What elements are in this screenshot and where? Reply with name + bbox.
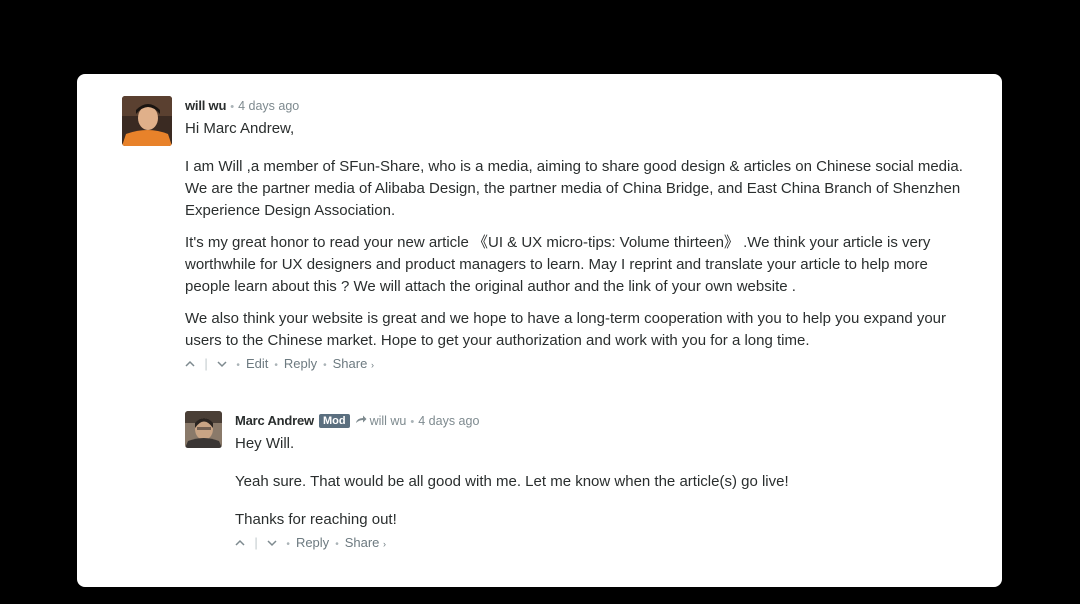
reply-arrow-icon	[355, 413, 367, 428]
comment-thread-card: will wu • 4 days ago Hi Marc Andrew, I am …	[77, 74, 1002, 587]
share-label: Share	[332, 356, 368, 371]
comment-body: Hi Marc Andrew, I am Will ,a member of S…	[185, 118, 972, 352]
comment-paragraph: It's my great honor to read your new art…	[185, 234, 931, 295]
reply-link[interactable]: Reply	[284, 356, 317, 371]
share-link[interactable]: Share ›	[345, 535, 386, 550]
upvote-icon[interactable]	[235, 536, 248, 550]
comment-paragraph: Hey Will.	[235, 435, 295, 452]
share-caret-icon: ›	[383, 539, 387, 549]
comment-paragraph: I am Will ,a member of SFun-Share, who i…	[185, 158, 963, 219]
avatar[interactable]	[122, 96, 172, 146]
comment-body: Hey Will. Yeah sure. That would be all g…	[235, 433, 975, 531]
comment-paragraph: We also think your website is great and …	[185, 310, 947, 349]
downvote-icon[interactable]	[214, 357, 231, 371]
upvote-icon[interactable]	[185, 357, 198, 371]
share-caret-icon: ›	[370, 360, 374, 370]
avatar-will-wu-image	[122, 96, 172, 146]
comment-paragraph: Thanks for reaching out!	[235, 511, 397, 528]
timestamp[interactable]: 4 days ago	[238, 99, 299, 113]
comment-paragraph: Hi Marc Andrew,	[185, 120, 295, 137]
comment-actions: | • Reply • Share ›	[235, 534, 975, 554]
author-name[interactable]: will wu	[185, 98, 226, 113]
comment-header: will wu • 4 days ago	[185, 98, 300, 113]
comment-paragraph: Yeah sure. That would be all good with m…	[235, 473, 789, 490]
edit-link[interactable]: Edit	[246, 356, 268, 371]
avatar[interactable]	[185, 411, 222, 448]
share-link[interactable]: Share ›	[333, 356, 374, 371]
reply-link[interactable]: Reply	[296, 535, 329, 550]
moderator-badge: Mod	[318, 414, 350, 428]
timestamp[interactable]: 4 days ago	[418, 414, 479, 428]
downvote-icon[interactable]	[264, 536, 281, 550]
reply-to-link[interactable]: will wu	[370, 414, 407, 428]
comment-actions: | • Edit • Reply • Share ›	[185, 355, 972, 375]
author-name[interactable]: Marc Andrew	[235, 413, 314, 428]
share-label: Share	[344, 535, 380, 550]
avatar-marc-andrew-image	[185, 411, 222, 448]
comment-header: Marc Andrew Mod will wu • 4 days ago	[235, 413, 480, 428]
